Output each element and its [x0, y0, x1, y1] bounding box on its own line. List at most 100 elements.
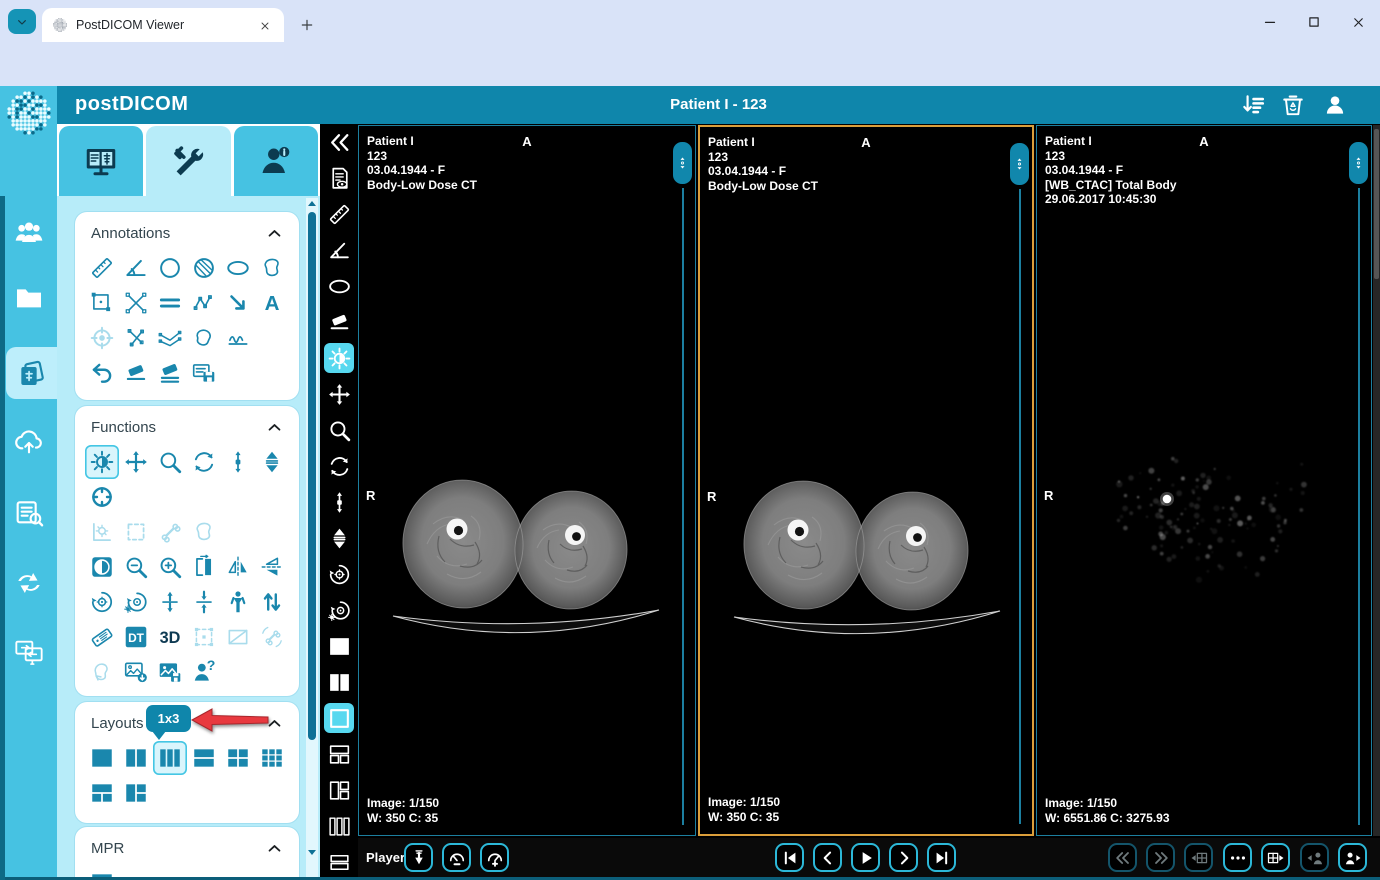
dashed-rect-button[interactable] — [119, 515, 153, 549]
layout-1x2-button[interactable] — [119, 741, 153, 775]
invert-button[interactable] — [85, 550, 119, 584]
patient-orientation-button[interactable] — [221, 585, 255, 619]
image-download-button[interactable] — [119, 655, 153, 689]
sidebar-item-sync-arrows[interactable] — [0, 557, 57, 609]
sidebar-item-upload-cloud[interactable] — [0, 415, 57, 467]
speed-plus-button[interactable] — [480, 843, 509, 872]
dashed-box-button[interactable] — [187, 620, 221, 654]
sort-updown-button[interactable] — [255, 585, 289, 619]
pan-button[interactable] — [119, 445, 153, 479]
dbl-right-button[interactable] — [1146, 843, 1175, 872]
series-scroll-thumb[interactable] — [1010, 143, 1029, 185]
tab-tools[interactable] — [146, 126, 230, 196]
parallel-lines-button[interactable] — [153, 286, 187, 320]
series-scroll-track[interactable] — [1019, 189, 1021, 824]
toolbar-ruler-button[interactable] — [320, 196, 358, 232]
tab-patient-info[interactable] — [234, 126, 318, 196]
toolbar-ellipse-button[interactable] — [320, 268, 358, 304]
chevron-up-icon[interactable] — [266, 840, 283, 857]
toolbar-stack-scroll-button[interactable] — [320, 520, 358, 556]
three-d-button[interactable]: 3D — [153, 620, 187, 654]
tag-button[interactable] — [85, 620, 119, 654]
dt-badge-button[interactable]: DT — [119, 620, 153, 654]
scroll-vertical-button[interactable] — [221, 445, 255, 479]
undo-region-button[interactable] — [85, 655, 119, 689]
undo-button[interactable] — [85, 356, 119, 390]
toolbar-reset-rotate-button[interactable] — [320, 556, 358, 592]
chevron-up-icon[interactable] — [266, 419, 283, 436]
circle-button[interactable] — [153, 251, 187, 285]
collapse-vertical-button[interactable] — [187, 585, 221, 619]
series-scrollbar[interactable] — [1373, 125, 1380, 836]
rect-roi-button[interactable] — [85, 286, 119, 320]
chevron-up-icon[interactable] — [266, 225, 283, 242]
toolbar-angle-button[interactable] — [320, 232, 358, 268]
toolbar-layout-current-button[interactable] — [320, 700, 358, 736]
toolbar-scroll-vertical-button[interactable] — [320, 484, 358, 520]
person-right-button[interactable] — [1338, 843, 1367, 872]
toolbar-collapse-panel-button[interactable] — [320, 124, 358, 160]
arrow-se-button[interactable] — [221, 286, 255, 320]
intersect-lines-button[interactable] — [119, 321, 153, 355]
zoom-in-button[interactable] — [153, 550, 187, 584]
ruler-button[interactable] — [85, 251, 119, 285]
freehand-button[interactable] — [255, 251, 289, 285]
toolbar-layout-1x2-button[interactable] — [320, 664, 358, 700]
layout-1p2s-button[interactable] — [119, 776, 153, 810]
series-scroll-thumb[interactable] — [1349, 142, 1368, 184]
bone-button[interactable] — [153, 515, 187, 549]
histogram-wl-button[interactable] — [85, 515, 119, 549]
person-left-button[interactable] — [1300, 843, 1329, 872]
panel-scrollbar[interactable] — [306, 198, 318, 880]
reset-window-level-button[interactable] — [119, 585, 153, 619]
window-level-button[interactable] — [85, 445, 119, 479]
layout-1p2-button[interactable] — [85, 776, 119, 810]
series-scroll-track[interactable] — [682, 188, 684, 825]
image-save-button[interactable] — [153, 655, 187, 689]
sidebar-item-devices-transfer[interactable] — [0, 625, 57, 677]
sidebar-item-users[interactable] — [0, 206, 57, 258]
zoom-out-button[interactable] — [119, 550, 153, 584]
series-scroll-track[interactable] — [1358, 188, 1360, 825]
series-scrollbar-thumb[interactable] — [1374, 129, 1379, 279]
toolbar-layout-l2-outline-button[interactable] — [320, 772, 358, 808]
play-button[interactable] — [851, 843, 880, 872]
grid-left-button[interactable] — [1184, 843, 1213, 872]
person-question-button[interactable]: ? — [187, 655, 221, 689]
text-a-button[interactable]: A — [255, 286, 289, 320]
viewport-2[interactable]: Patient I12303.04.1944 - FBody-Low Dose … — [698, 125, 1034, 836]
ellipse-button[interactable] — [221, 251, 255, 285]
sidebar-item-folder[interactable] — [0, 272, 57, 324]
layout-1x1-button[interactable] — [85, 741, 119, 775]
sort-list-icon[interactable] — [1240, 92, 1266, 118]
bone-rotate-button[interactable] — [255, 620, 289, 654]
toolbar-layout-1p2-outline-button[interactable] — [320, 736, 358, 772]
tab-viewer-monitor[interactable] — [59, 126, 143, 196]
eraser-button[interactable] — [119, 356, 153, 390]
hatched-circle-button[interactable] — [187, 251, 221, 285]
toolbar-eraser-button[interactable] — [320, 304, 358, 340]
flip-vertical-button[interactable] — [255, 550, 289, 584]
toolbar-rotate-button[interactable] — [320, 448, 358, 484]
maximize-button[interactable] — [1299, 10, 1329, 34]
prev-button[interactable] — [813, 843, 842, 872]
dbl-left-button[interactable] — [1108, 843, 1137, 872]
freehand-open-button[interactable] — [187, 321, 221, 355]
wave-button[interactable] — [221, 321, 255, 355]
layout-1x3-button[interactable] — [153, 741, 187, 775]
freehand-region-button[interactable] — [187, 515, 221, 549]
browser-tab[interactable]: PostDICOM Viewer — [42, 8, 284, 42]
toolbar-layout-3col-outline-button[interactable] — [320, 808, 358, 844]
tab-close-button[interactable] — [256, 16, 274, 34]
stack-scroll-button[interactable] — [255, 445, 289, 479]
grid-right-button[interactable] — [1261, 843, 1290, 872]
dots3-button[interactable] — [1223, 843, 1252, 872]
toolbar-report-view-button[interactable] — [320, 160, 358, 196]
eraser-all-button[interactable] — [153, 356, 187, 390]
reset-rotate-button[interactable] — [85, 585, 119, 619]
toolbar-pan-button[interactable] — [320, 376, 358, 412]
scroll-up-arrow[interactable] — [308, 201, 316, 206]
flip-page-button[interactable] — [187, 550, 221, 584]
new-tab-button[interactable] — [294, 12, 320, 38]
skip-first-button[interactable] — [775, 843, 804, 872]
